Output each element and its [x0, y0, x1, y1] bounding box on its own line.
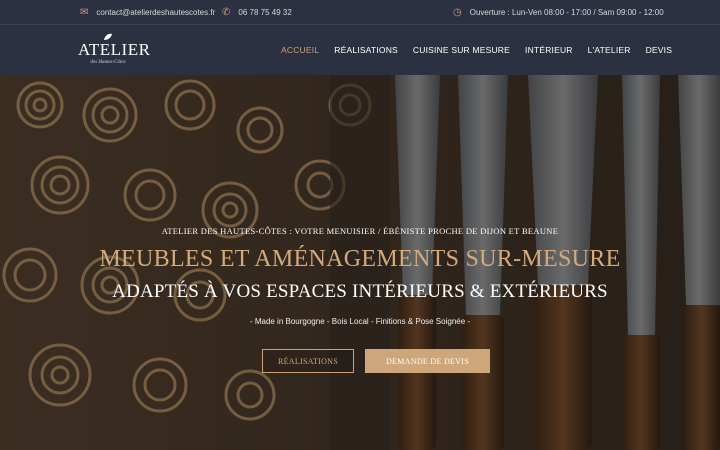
phone-icon: ✆ — [222, 7, 231, 18]
logo-title: ATELIER — [78, 40, 151, 59]
main-nav: ACCUEIL RÉALISATIONS CUISINE SUR MESURE … — [281, 25, 672, 75]
email-contact[interactable]: ✉ contact@atelierdeshautescotes.fr — [80, 0, 215, 25]
nav-item-interieur[interactable]: INTÉRIEUR — [525, 45, 573, 55]
realisations-button[interactable]: RÉALISATIONS — [262, 349, 354, 373]
envelope-icon: ✉ — [80, 7, 89, 18]
logo-subtitle: des Hautes-Côtes — [90, 60, 126, 65]
email-text[interactable]: contact@atelierdeshautescotes.fr — [96, 8, 215, 17]
phone-contact[interactable]: ✆ 06 78 75 49 32 — [222, 0, 292, 25]
opening-hours: ◷ Ouverture : Lun-Ven 08:00 - 17:00 / Sa… — [453, 0, 664, 25]
main-navbar: ATELIER des Hautes-Côtes ACCUEIL RÉALISA… — [0, 25, 720, 75]
nav-item-atelier[interactable]: L'ATELIER — [588, 45, 631, 55]
hero-section: ATELIER DES HAUTES-CÔTES : VOTRE MENUISI… — [0, 75, 720, 450]
clock-icon: ◷ — [453, 7, 462, 18]
nav-item-realisations[interactable]: RÉALISATIONS — [334, 45, 398, 55]
hours-text: Ouverture : Lun-Ven 08:00 - 17:00 / Sam … — [469, 8, 664, 17]
nav-item-accueil[interactable]: ACCUEIL — [281, 45, 319, 55]
phone-text[interactable]: 06 78 75 49 32 — [238, 8, 291, 17]
hero-subheadline: ADAPTÉS À VOS ESPACES INTÉRIEURS & EXTÉR… — [112, 281, 608, 302]
site-logo[interactable]: ATELIER des Hautes-Côtes — [78, 31, 151, 71]
nav-item-cuisine-sur-mesure[interactable]: CUISINE SUR MESURE — [413, 45, 510, 55]
quote-request-button[interactable]: DEMANDE DE DEVIS — [365, 349, 490, 373]
hero-kicker: ATELIER DES HAUTES-CÔTES : VOTRE MENUISI… — [161, 226, 559, 236]
hero-tagline: - Made in Bourgogne - Bois Local - Finit… — [249, 317, 471, 326]
top-contact-bar: ✉ contact@atelierdeshautescotes.fr ✆ 06 … — [0, 0, 720, 25]
nav-item-devis[interactable]: DEVIS — [646, 45, 673, 55]
hero-headline: MEUBLES ET AMÉNAGEMENTS SUR-MESURE — [99, 246, 621, 272]
